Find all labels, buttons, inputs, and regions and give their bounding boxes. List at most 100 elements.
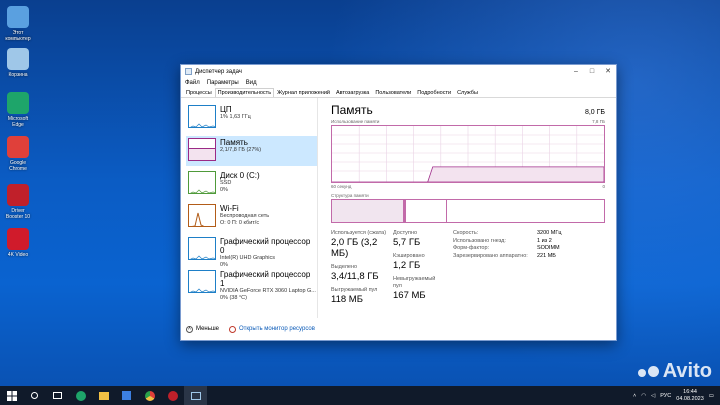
sidebar-item-title: Память — [220, 138, 248, 147]
sidebar-item-detail: 1% 1,63 ГГц — [220, 114, 251, 120]
close-button[interactable]: ✕ — [600, 65, 616, 78]
tab-details[interactable]: Подробности — [414, 88, 454, 97]
tab-users[interactable]: Пользователи — [372, 88, 414, 97]
taskbar-store[interactable] — [115, 386, 138, 405]
desktop-icon-label: Корзина — [8, 72, 28, 78]
app-icon — [7, 228, 29, 250]
resource-sidebar: ЦП 1% 1,63 ГГц Память 2,1/7,8 ГБ (27%) Диск … — [181, 98, 318, 318]
task-manager-taskbar-icon — [190, 391, 201, 400]
language-indicator[interactable]: РУС — [660, 393, 671, 399]
menu-bar: Файл Параметры Вид — [181, 78, 616, 88]
sidebar-item-detail: 0% — [220, 186, 228, 193]
avito-watermark-text: Avito — [662, 360, 712, 382]
sidebar-item-title: Диск 0 (C:) — [220, 171, 260, 180]
taskbar-driver-booster[interactable] — [161, 386, 184, 405]
tab-services[interactable]: Службы — [454, 88, 481, 97]
minimize-button[interactable]: – — [568, 65, 584, 78]
sidebar-item[interactable]: Диск 0 (C:) SSD 0% — [186, 169, 317, 199]
sidebar-thumbnail — [188, 138, 216, 161]
prop-slots-key: Использовано гнезд: — [453, 237, 506, 244]
avito-logo-icon — [637, 366, 659, 377]
resource-monitor-icon — [229, 325, 236, 333]
stat-paged-pool-value: 118 МБ — [331, 294, 363, 305]
stat-nonpaged-pool-label: Невыгружаемый пул — [393, 276, 436, 289]
taskbar-edge[interactable] — [69, 386, 92, 405]
windows-icon — [6, 390, 17, 401]
stat-available-label: Доступно — [393, 230, 418, 236]
edge-icon — [75, 390, 86, 401]
task-manager-window: Диспетчер задач – □ ✕ Файл Параметры Вид… — [180, 64, 617, 341]
sidebar-item[interactable]: Память 2,1/7,8 ГБ (27%) — [186, 136, 317, 166]
sidebar-item[interactable]: Графический процессор 0 Intel(R) UHD Grap… — [186, 235, 317, 268]
sidebar-item-detail: О: 0 П: 0 кбит/с — [220, 219, 260, 226]
usage-graph-max: 7,8 ГБ — [592, 119, 605, 124]
clock[interactable]: 16:44 04.08.2023 — [676, 389, 704, 402]
memory-stats: Используется (сжата) 2,0 ГБ (3,2 МБ) Выде… — [331, 230, 605, 310]
volume-icon[interactable]: ◁ — [651, 393, 655, 399]
stat-committed-value: 3,4/11,8 ГБ — [331, 271, 379, 282]
prop-speed-value: 3200 МГц — [537, 230, 562, 236]
desktop-icon[interactable]: Google Chrome — [4, 136, 32, 172]
app-icon — [7, 136, 29, 158]
notifications-icon[interactable]: ▭ — [709, 393, 714, 399]
task-manager-icon — [185, 68, 192, 75]
avito-watermark: Avito — [637, 360, 712, 383]
stat-cached-label: Кэшировано — [393, 253, 425, 259]
sidebar-item[interactable]: Wi-Fi Беспроводная сеть О: 0 П: 0 кбит/с — [186, 202, 317, 232]
sidebar-thumbnail — [188, 237, 216, 260]
sidebar-item-title: Wi-Fi — [220, 204, 239, 213]
desktop-icon[interactable]: Этот компьютер — [4, 6, 32, 42]
desktop-icon[interactable]: Microsoft Edge — [4, 92, 32, 128]
menu-file[interactable]: Файл — [185, 78, 200, 88]
task-view-button[interactable] — [46, 386, 69, 405]
prop-reserved-key: Зарезервировано аппаратно: — [453, 252, 528, 259]
stat-nonpaged-pool-value: 167 МБ — [393, 290, 426, 301]
memory-panel: Память 8,0 ГБ Использование памяти 7,8 Г… — [318, 98, 616, 318]
prop-form-factor-value: SODIMM — [537, 245, 560, 251]
tab-performance[interactable]: Производительность — [214, 88, 275, 97]
tab-startup[interactable]: Автозагрузка — [333, 88, 372, 97]
open-resource-monitor-link[interactable]: Открыть монитор ресурсов — [229, 325, 315, 333]
graph-zero-label: 0 — [602, 184, 605, 189]
fewer-details-button[interactable]: ˄ Меньше — [186, 325, 219, 333]
menu-view[interactable]: Вид — [246, 78, 257, 88]
tab-app-history[interactable]: Журнал приложений — [274, 88, 333, 97]
store-icon — [122, 391, 131, 400]
sidebar-item-detail: 2,1/7,8 ГБ (27%) — [220, 147, 262, 153]
sidebar-thumbnail — [188, 204, 216, 227]
network-icon[interactable]: ◠ — [641, 393, 646, 399]
desktop-icon-label: Google Chrome — [9, 160, 27, 172]
search-button[interactable] — [23, 386, 46, 405]
structure-standby — [406, 200, 447, 222]
menu-options[interactable]: Параметры — [207, 78, 239, 88]
taskbar-explorer[interactable] — [92, 386, 115, 405]
taskbar-chrome[interactable] — [138, 386, 161, 405]
clock-date: 04.08.2023 — [676, 395, 704, 402]
sidebar-thumbnail — [188, 105, 216, 128]
sidebar-thumbnail — [188, 171, 216, 194]
tab-processes[interactable]: Процессы — [183, 88, 215, 97]
driver-booster-icon — [167, 390, 178, 401]
start-button[interactable] — [0, 386, 23, 405]
window-footer: ˄ Меньше Открыть монитор ресурсов — [181, 318, 616, 340]
sidebar-item[interactable]: Графический процессор 1 NVIDIA GeForce RT… — [186, 268, 317, 301]
system-tray: ˄ ◠ ◁ РУС 16:44 04.08.2023 ▭ — [633, 389, 720, 402]
sidebar-item[interactable]: ЦП 1% 1,63 ГГц — [186, 103, 317, 133]
memory-total: 8,0 ГБ — [584, 109, 605, 116]
desktop-icon[interactable]: Корзина — [4, 48, 32, 78]
taskbar-task-manager[interactable] — [184, 386, 207, 405]
tray-chevron-icon[interactable]: ˄ — [633, 393, 636, 399]
sidebar-item-detail: 0% — [220, 261, 228, 268]
stat-in-use-value: 2,0 ГБ (3,2 МБ) — [331, 237, 378, 259]
chrome-icon — [144, 390, 155, 401]
app-icon — [7, 48, 29, 70]
stat-cached-value: 1,2 ГБ — [393, 260, 421, 271]
maximize-button[interactable]: □ — [584, 65, 600, 78]
stat-available-value: 5,7 ГБ — [393, 237, 421, 248]
desktop-icon[interactable]: Driver Booster 10 — [4, 184, 32, 220]
app-icon — [7, 92, 29, 114]
memory-structure-bar — [331, 199, 605, 223]
desktop-icon[interactable]: 4K Video — [4, 228, 32, 258]
memory-usage-graph — [331, 125, 605, 183]
desktop-icon-label: Этот компьютер — [5, 30, 31, 42]
